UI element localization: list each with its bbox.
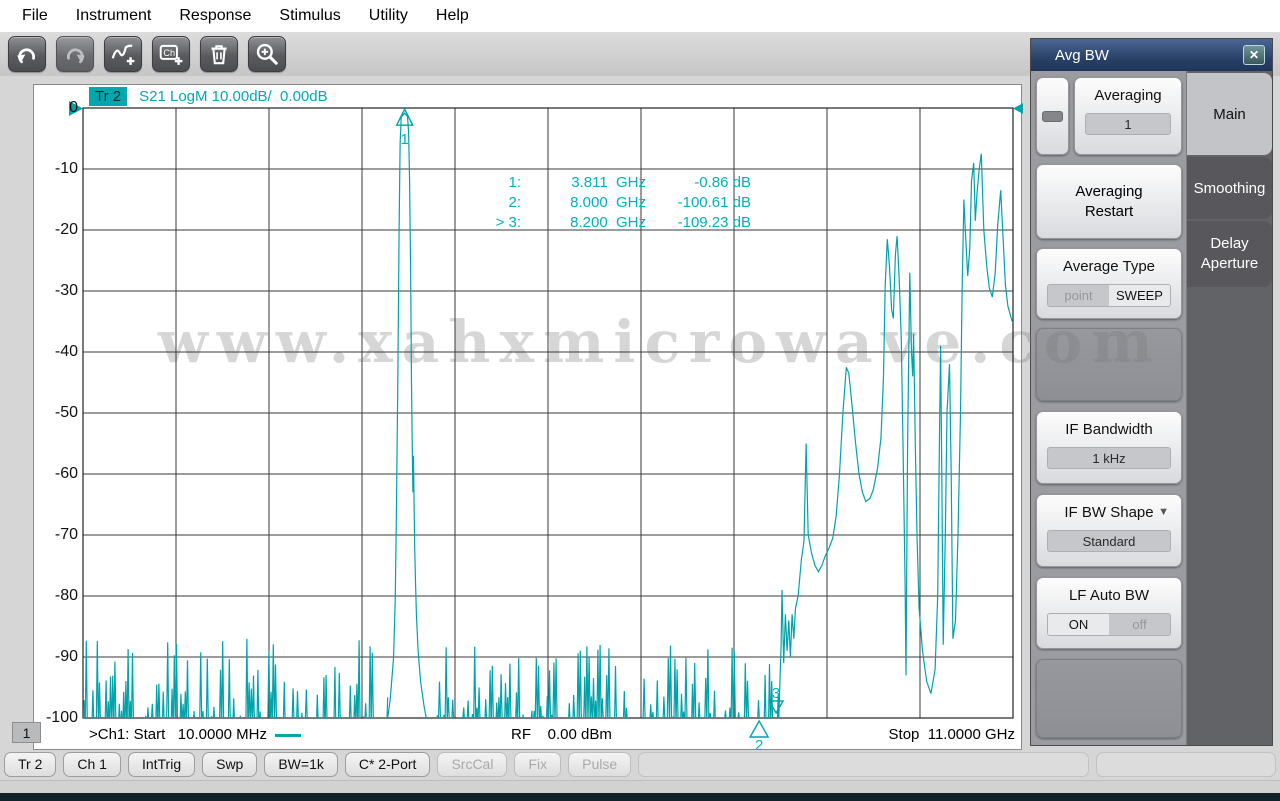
trace-title: S21 LogM 10.00dB/ 0.00dB xyxy=(139,88,328,105)
panel-title: Avg BW xyxy=(1055,46,1109,64)
marker-3-value: -109.23 dB xyxy=(677,214,751,231)
empty-button xyxy=(1036,328,1182,401)
average-type-option-point[interactable]: point xyxy=(1048,285,1109,306)
menu-bar: File Instrument Response Stimulus Utility Hel… xyxy=(0,0,1280,32)
trace-header: Tr 2 S21 LogM 10.00dB/ 0.00dB xyxy=(89,87,328,106)
tab-delay-aperture[interactable]: Delay Aperture xyxy=(1187,221,1272,287)
y-tick-label: -60 xyxy=(54,465,78,482)
lf-auto-bw-label: LF Auto BW xyxy=(1068,587,1150,604)
status-inttrig[interactable]: IntTrig xyxy=(127,751,196,777)
marker-1-value: -0.86 dB xyxy=(694,174,751,191)
panel-titlebar[interactable]: Avg BW xyxy=(1031,39,1272,71)
y-tick-label: -100 xyxy=(45,709,78,726)
lf-auto-bw-option-on[interactable]: ON xyxy=(1048,614,1109,635)
delete-icon[interactable] xyxy=(200,36,238,72)
average-type-button[interactable]: Average Type point SWEEP xyxy=(1036,248,1182,319)
menu-utility[interactable]: Utility xyxy=(357,3,420,29)
empty-button xyxy=(1036,659,1182,738)
status-swp[interactable]: Swp xyxy=(202,751,258,777)
if-bandwidth-button[interactable]: IF Bandwidth 1 kHz xyxy=(1036,411,1182,484)
svg-text:3: 3 xyxy=(772,685,780,702)
marker-2-frequency: 8.000 GHz xyxy=(570,194,646,211)
averaging-button[interactable]: Averaging 1 xyxy=(1074,77,1182,155)
status-bw-1k[interactable]: BW=1k xyxy=(264,751,338,777)
y-tick-label: 0 xyxy=(69,99,78,116)
stimulus-footer: >Ch1: Start 10.0000 MHz RF 0.00 dBm Stop… xyxy=(34,726,1023,748)
y-tick-label: -70 xyxy=(54,526,78,543)
menu-stimulus[interactable]: Stimulus xyxy=(267,3,352,29)
y-tick-label: -40 xyxy=(54,343,78,360)
status-fix[interactable]: Fix xyxy=(514,751,562,777)
y-tick-label: -80 xyxy=(54,587,78,604)
status-c-2-port[interactable]: C* 2-Port xyxy=(344,751,431,777)
marker-3-id: > 3: xyxy=(495,214,521,231)
averaging-toggle-button[interactable] xyxy=(1036,77,1069,155)
y-tick-label: -20 xyxy=(54,221,78,238)
averaging-label: Averaging xyxy=(1094,87,1162,104)
lf-auto-bw-button[interactable]: LF Auto BW ON off xyxy=(1036,577,1182,649)
undo-icon[interactable] xyxy=(8,36,46,72)
lf-auto-bw-toggle[interactable]: ON off xyxy=(1047,613,1171,636)
rf-power-label: RF 0.00 dBm xyxy=(511,726,612,743)
lower-strip xyxy=(0,780,1280,793)
if-bandwidth-label: IF Bandwidth xyxy=(1065,421,1153,438)
status-pulse[interactable]: Pulse xyxy=(568,751,632,777)
menu-instrument[interactable]: Instrument xyxy=(64,3,164,29)
average-type-toggle[interactable]: point SWEEP xyxy=(1047,284,1171,307)
add-trace-icon[interactable] xyxy=(104,36,142,72)
y-tick-label: -10 xyxy=(54,160,78,177)
averaging-value[interactable]: 1 xyxy=(1085,113,1171,135)
zoom-icon[interactable] xyxy=(248,36,286,72)
status-tr-2[interactable]: Tr 2 xyxy=(4,751,57,777)
svg-text:Ch: Ch xyxy=(163,48,175,58)
add-channel-icon[interactable]: Ch xyxy=(152,36,190,72)
avg-bw-panel: Avg BW ✕ Averaging 1 Averaging Restart A… xyxy=(1030,38,1273,746)
start-frequency-label: >Ch1: Start 10.0000 MHz xyxy=(89,726,302,743)
status-srccal[interactable]: SrcCal xyxy=(437,751,508,777)
status-filler xyxy=(638,751,1090,777)
marker-2-id: 2: xyxy=(508,194,521,211)
averaging-restart-label: Averaging Restart xyxy=(1075,182,1143,220)
lf-auto-bw-option-off[interactable]: off xyxy=(1109,614,1170,635)
marker-1-id: 1: xyxy=(508,174,521,191)
if-bw-shape-button[interactable]: IF BW Shape ▼ Standard xyxy=(1036,494,1182,567)
y-tick-label: -90 xyxy=(54,648,78,665)
averaging-restart-button[interactable]: Averaging Restart xyxy=(1036,164,1182,239)
if-bandwidth-value[interactable]: 1 kHz xyxy=(1047,447,1171,469)
tab-smoothing[interactable]: Smoothing xyxy=(1187,157,1272,219)
tab-main[interactable]: Main xyxy=(1187,73,1272,155)
marker-1-frequency: 3.811 GHz xyxy=(571,174,646,191)
menu-help[interactable]: Help xyxy=(424,3,481,29)
if-bw-shape-value[interactable]: Standard xyxy=(1047,530,1171,552)
panel-tabs: Main Smoothing Delay Aperture xyxy=(1187,71,1272,745)
redo-icon[interactable] xyxy=(56,36,94,72)
dropdown-arrow-icon[interactable]: ▼ xyxy=(1158,506,1169,518)
close-icon[interactable]: ✕ xyxy=(1243,45,1265,65)
average-type-option-sweep[interactable]: SWEEP xyxy=(1109,285,1170,306)
bottom-bar xyxy=(0,793,1280,801)
status-filler xyxy=(1096,751,1276,777)
status-bar: Tr 2 Ch 1 IntTrig Swp BW=1k C* 2-Port SrcCal Fi… xyxy=(4,751,1276,777)
trace-color-dash-icon xyxy=(275,733,302,737)
plot-area: Tr 2 S21 LogM 10.00dB/ 0.00dB 0 -10 -20 -30… xyxy=(33,84,1027,754)
average-type-label: Average Type xyxy=(1062,258,1155,275)
averaging-led-icon xyxy=(1042,111,1063,122)
menu-response[interactable]: Response xyxy=(167,3,263,29)
menu-file[interactable]: File xyxy=(10,3,60,29)
marker-2-value: -100.61 dB xyxy=(677,194,751,211)
marker-3-frequency: 8.200 GHz xyxy=(570,214,646,231)
trace-badge[interactable]: Tr 2 xyxy=(89,87,128,106)
status-ch-1[interactable]: Ch 1 xyxy=(63,751,121,777)
y-tick-label: -50 xyxy=(54,404,78,421)
svg-text:1: 1 xyxy=(400,131,408,148)
panel-body: Averaging 1 Averaging Restart Average Ty… xyxy=(1031,71,1272,745)
panel-controls: Averaging 1 Averaging Restart Average Ty… xyxy=(1031,71,1187,745)
stop-frequency-label: Stop 11.0000 GHz xyxy=(888,726,1015,743)
y-tick-label: -30 xyxy=(54,282,78,299)
marker-readout: 1: 3.811 GHz -0.86 dB 2: 8.000 GHz -100.61 dB… xyxy=(476,173,751,233)
